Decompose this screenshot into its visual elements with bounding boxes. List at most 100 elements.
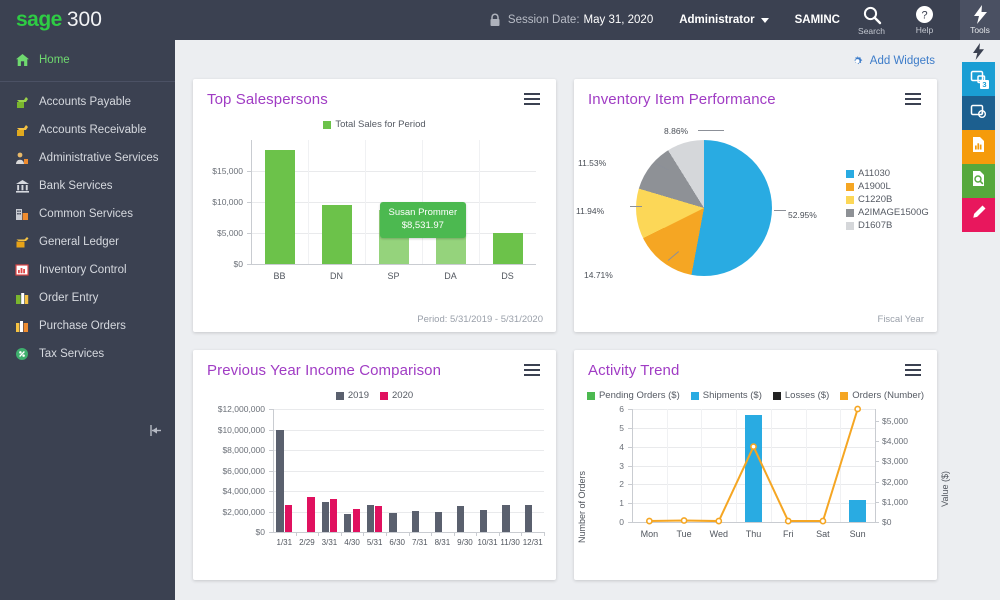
- bar[interactable]: [265, 150, 295, 264]
- y-axis-left-tick-label: 1: [592, 498, 624, 508]
- bar[interactable]: [285, 505, 292, 532]
- legend-item[interactable]: C1220B: [846, 194, 929, 205]
- hamburger-menu-icon[interactable]: [522, 362, 542, 381]
- axis-separator: [806, 409, 807, 522]
- pie-slice-percent-label: 52.95%: [788, 210, 817, 220]
- sidebar-item-home[interactable]: Home: [0, 44, 175, 76]
- legend-item[interactable]: Shipments ($): [691, 390, 762, 401]
- bar[interactable]: [435, 512, 442, 532]
- sidebar-item-inventory-control[interactable]: Inventory Control: [0, 256, 175, 284]
- hamburger-menu-icon[interactable]: [903, 362, 923, 381]
- help-button[interactable]: ? Help: [903, 0, 946, 40]
- pie-chart-inventory-performance: 52.95%14.71%11.94%11.53%8.86% A11030 A19…: [574, 110, 937, 310]
- axis-separator: [308, 140, 309, 264]
- user-menu[interactable]: Administrator: [679, 14, 768, 26]
- chart-legend: 2019 2020: [193, 381, 556, 403]
- bar[interactable]: [502, 505, 509, 532]
- quick-actions-button[interactable]: [957, 40, 1000, 62]
- hamburger-menu-icon[interactable]: [903, 91, 923, 110]
- y-axis-right-tick-label: $1,000: [882, 497, 908, 507]
- axis-tick: [341, 532, 342, 536]
- axis-tick: [409, 532, 410, 536]
- add-widgets-button[interactable]: Add Widgets: [175, 40, 957, 67]
- y-axis-tick-label: $2,000,000: [193, 507, 265, 517]
- bar[interactable]: [330, 499, 337, 532]
- bar[interactable]: [353, 509, 360, 532]
- y-axis-line: [273, 409, 274, 532]
- axis-tick: [875, 522, 879, 523]
- legend-swatch: [773, 392, 781, 400]
- x-axis-line: [632, 522, 875, 523]
- legend-item[interactable]: 2019: [336, 390, 369, 401]
- sidebar-item-accounts-payable[interactable]: Accounts Payable: [0, 88, 175, 116]
- bar[interactable]: [412, 511, 419, 532]
- gear-icon: [851, 54, 864, 67]
- bar[interactable]: [493, 233, 523, 264]
- bar[interactable]: [525, 505, 532, 532]
- search-button[interactable]: Search: [850, 0, 893, 40]
- x-axis-tick-label: BB: [273, 271, 285, 281]
- sidebar-item-tax-services[interactable]: Tax Services: [0, 340, 175, 368]
- legend-item[interactable]: D1607B: [846, 220, 929, 231]
- legend-swatch: [840, 392, 848, 400]
- rail-tile-list: 3: [962, 62, 995, 232]
- inquiry-button[interactable]: [962, 164, 995, 198]
- collapse-sidebar-icon[interactable]: [143, 422, 165, 438]
- hamburger-menu-icon[interactable]: [522, 91, 542, 110]
- customize-button[interactable]: [962, 198, 995, 232]
- sidebar-item-label: Administrative Services: [39, 152, 159, 164]
- sidebar-item-accounts-receivable[interactable]: Accounts Receivable: [0, 116, 175, 144]
- legend-item[interactable]: A2IMAGE1500G: [846, 207, 929, 218]
- bar[interactable]: [344, 514, 351, 532]
- bar[interactable]: [322, 205, 352, 264]
- legend-item[interactable]: A11030: [846, 168, 929, 179]
- legend-item[interactable]: 2020: [380, 390, 413, 401]
- axis-tick: [363, 532, 364, 536]
- pending-tasks-button[interactable]: [962, 96, 995, 130]
- sidebar-item-general-ledger[interactable]: General Ledger: [0, 228, 175, 256]
- y-axis-tick-label: $0: [193, 259, 243, 269]
- bar[interactable]: [389, 513, 396, 532]
- notification-badge: 3: [980, 80, 989, 89]
- main-content: Add Widgets Top Salespersons Total Sales…: [175, 40, 957, 600]
- sidebar-item-label: Accounts Receivable: [39, 124, 146, 136]
- legend-swatch: [846, 170, 854, 178]
- legend-label: C1220B: [858, 194, 892, 205]
- app-logo[interactable]: sage 300: [0, 8, 175, 32]
- x-axis-tick-label: Tue: [676, 529, 691, 539]
- y-axis-tick-label: $12,000,000: [193, 404, 265, 414]
- legend-item[interactable]: Orders (Number): [840, 390, 924, 401]
- sidebar-item-common-services[interactable]: Common Services: [0, 200, 175, 228]
- sidebar-item-administrative-services[interactable]: Administrative Services: [0, 144, 175, 172]
- legend-item[interactable]: A1900L: [846, 181, 929, 192]
- bar[interactable]: [276, 430, 283, 532]
- x-axis-tick-label: DS: [501, 271, 514, 281]
- bar[interactable]: [480, 510, 487, 532]
- page-title: Previous Year Income Comparison: [207, 362, 441, 379]
- reports-button[interactable]: [962, 130, 995, 164]
- session-date-value: May 31, 2020: [584, 14, 654, 26]
- bar[interactable]: [457, 506, 464, 532]
- gridline: [273, 450, 544, 451]
- legend-item[interactable]: Losses ($): [773, 390, 829, 401]
- bar[interactable]: [322, 502, 329, 532]
- bar[interactable]: [375, 506, 382, 532]
- sidebar-item-bank-services[interactable]: Bank Services: [0, 172, 175, 200]
- bar[interactable]: [307, 497, 314, 532]
- widget-header: Top Salespersons: [193, 79, 556, 110]
- pie-slices[interactable]: [636, 140, 772, 276]
- legend-label: A1900L: [858, 181, 891, 192]
- bar[interactable]: [367, 505, 374, 532]
- company-name: SAMINC: [795, 14, 840, 26]
- axis-separator: [667, 409, 668, 522]
- bar[interactable]: [849, 500, 866, 522]
- bar[interactable]: [745, 415, 762, 522]
- notifications-button[interactable]: 3: [962, 62, 995, 96]
- search-icon: [862, 5, 882, 25]
- tools-button[interactable]: Tools: [960, 0, 1000, 40]
- legend-item[interactable]: Pending Orders ($): [587, 390, 680, 401]
- legend-swatch: [846, 222, 854, 230]
- y-axis-line: [251, 140, 252, 264]
- sidebar-item-order-entry[interactable]: Order Entry: [0, 284, 175, 312]
- sidebar-item-purchase-orders[interactable]: Purchase Orders: [0, 312, 175, 340]
